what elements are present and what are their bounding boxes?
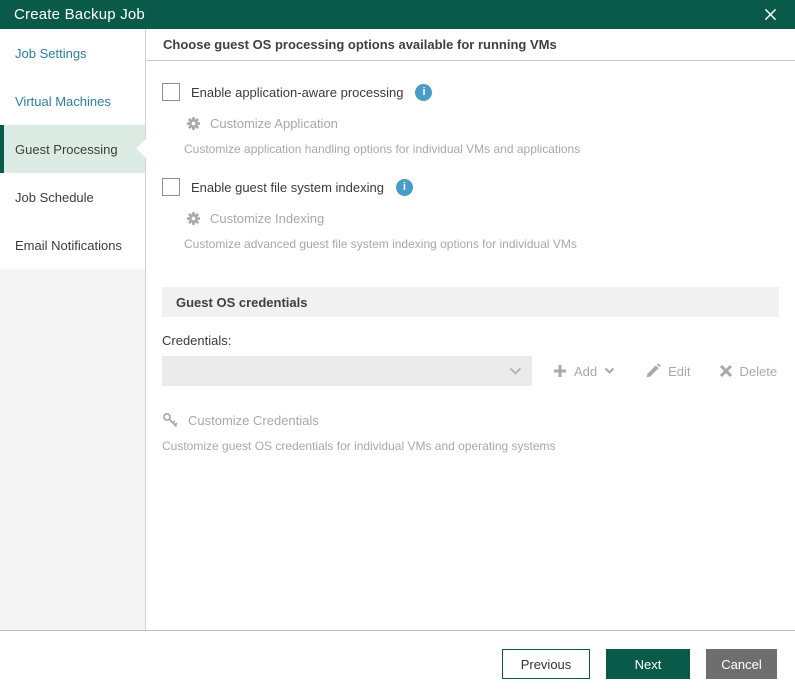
customize-application-label: Customize Application [210, 116, 338, 131]
delete-credentials-button[interactable]: Delete [719, 363, 778, 379]
gear-icon [186, 116, 201, 131]
credentials-select[interactable] [162, 356, 532, 386]
sidebar-item-label: Guest Processing [15, 141, 118, 157]
guest-processing-content: Enable application-aware processing i Cu… [146, 61, 795, 453]
section-title: Guest OS credentials [176, 294, 308, 310]
close-icon[interactable] [759, 4, 781, 26]
sidebar-item-label: Job Settings [15, 45, 87, 61]
indexing-option-group: Enable guest file system indexing i Cust… [162, 178, 779, 251]
edit-button-label: Edit [668, 363, 691, 379]
credentials-row: Add Edit Delete [162, 356, 779, 386]
indexing-check-row: Enable guest file system indexing i [162, 178, 779, 196]
customize-credentials-button[interactable]: Customize Credentials [162, 412, 779, 429]
cancel-button[interactable]: Cancel [706, 649, 777, 679]
wizard-steps-sidebar: Job Settings Virtual Machines Guest Proc… [0, 29, 155, 630]
next-button[interactable]: Next [606, 649, 690, 679]
dialog-footer: Previous Next Cancel [0, 631, 795, 689]
app-aware-option-group: Enable application-aware processing i Cu… [162, 83, 779, 156]
app-aware-checkbox-label: Enable application-aware processing [191, 84, 404, 100]
indexing-checkbox-label: Enable guest file system indexing [191, 179, 384, 195]
credentials-field-label: Credentials: [162, 333, 232, 348]
key-icon [162, 412, 179, 429]
customize-credentials-label: Customize Credentials [188, 413, 319, 428]
chevron-down-icon [604, 367, 615, 375]
indexing-description: Customize advanced guest file system ind… [184, 237, 577, 251]
plus-icon [553, 364, 567, 378]
app-aware-check-row: Enable application-aware processing i [162, 83, 779, 101]
gear-icon [186, 211, 201, 226]
dialog-body: Job Settings Virtual Machines Guest Proc… [0, 29, 795, 631]
sidebar-item-guest-processing[interactable]: Guest Processing [0, 125, 155, 173]
sidebar-item-label: Email Notifications [15, 237, 122, 253]
guest-os-credentials-section-header: Guest OS credentials [162, 287, 779, 317]
page-title: Choose guest OS processing options avail… [146, 29, 795, 61]
customize-indexing-label: Customize Indexing [210, 211, 325, 226]
add-credentials-button[interactable]: Add [553, 364, 615, 379]
sidebar-item-job-settings[interactable]: Job Settings [0, 29, 145, 77]
info-icon[interactable]: i [395, 178, 413, 196]
edit-credentials-button[interactable]: Edit [645, 363, 691, 379]
main-panel: Choose guest OS processing options avail… [146, 29, 795, 630]
chevron-down-icon [509, 367, 522, 376]
indexing-checkbox[interactable] [162, 178, 180, 196]
app-aware-checkbox[interactable] [162, 83, 180, 101]
add-button-label: Add [574, 363, 598, 379]
info-icon[interactable]: i [415, 83, 433, 101]
credentials-description: Customize guest OS credentials for indiv… [162, 439, 556, 453]
customize-indexing-button[interactable]: Customize Indexing [186, 211, 779, 226]
delete-button-label: Delete [739, 363, 778, 379]
sidebar-item-label: Virtual Machines [15, 93, 111, 109]
pencil-icon [645, 363, 661, 379]
app-aware-description: Customize application handling options f… [184, 142, 581, 156]
titlebar: Create Backup Job [0, 0, 795, 29]
dialog-title: Create Backup Job [14, 6, 145, 23]
create-backup-job-dialog: Create Backup Job Job Settings Virtual M… [0, 0, 795, 689]
sidebar-item-job-schedule[interactable]: Job Schedule [0, 173, 145, 221]
sidebar-item-virtual-machines[interactable]: Virtual Machines [0, 77, 145, 125]
x-cross-icon [719, 364, 733, 378]
sidebar-item-label: Job Schedule [15, 189, 94, 205]
sidebar-item-email-notifications[interactable]: Email Notifications [0, 221, 145, 269]
customize-application-button[interactable]: Customize Application [186, 116, 779, 131]
wizard-step-list: Job Settings Virtual Machines Guest Proc… [0, 29, 155, 269]
previous-button[interactable]: Previous [502, 649, 590, 679]
